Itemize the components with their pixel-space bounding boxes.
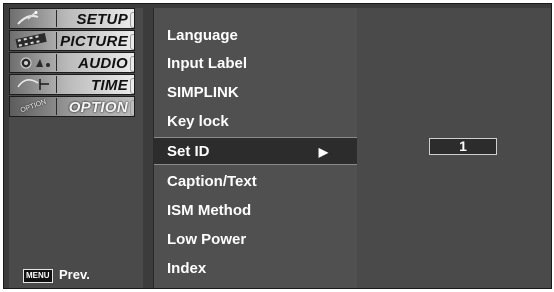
menu-item-ism-method[interactable]: ISM Method xyxy=(154,197,358,225)
category-audio[interactable]: AUDIO xyxy=(9,52,135,73)
option-tag-icon: OPTION xyxy=(11,98,57,115)
menu-item-key-lock[interactable]: Key lock xyxy=(154,108,358,136)
menu-item-label: Language xyxy=(167,27,238,44)
category-edge xyxy=(130,100,134,116)
category-setup[interactable]: SETUP xyxy=(9,8,135,29)
category-edge xyxy=(130,56,134,72)
menu-item-language[interactable]: Language xyxy=(154,22,358,50)
menu-item-set-id[interactable]: Set ID ▶ xyxy=(154,137,358,165)
category-label: OPTION xyxy=(68,99,128,116)
menu-item-label: Set ID xyxy=(167,143,210,160)
prev-label: Prev. xyxy=(59,267,90,282)
menu-item-label: SIMPLINK xyxy=(167,84,239,101)
menu-item-label: Index xyxy=(167,260,207,277)
menu-item-label: Key lock xyxy=(167,113,229,130)
category-edge xyxy=(130,78,134,94)
menu-item-simplink[interactable]: SIMPLINK xyxy=(154,79,358,107)
menu-item-index[interactable]: Index xyxy=(154,255,358,283)
menu-item-label: ISM Method xyxy=(167,202,252,219)
category-picture[interactable]: PICTURE xyxy=(9,30,135,51)
menu-key-icon: MENU xyxy=(23,269,53,283)
set-id-value[interactable]: 1 xyxy=(429,138,497,155)
satellite-dish-icon xyxy=(11,10,57,27)
category-label: AUDIO xyxy=(78,55,128,72)
menu-item-label: Input Label xyxy=(167,55,247,72)
category-label: TIME xyxy=(90,77,128,94)
menu-item-label: Low Power xyxy=(167,231,247,248)
film-strip-icon xyxy=(11,32,57,49)
speaker-icon xyxy=(11,54,57,71)
menu-item-caption-text[interactable]: Caption/Text xyxy=(154,168,358,196)
menu-item-label: Caption/Text xyxy=(167,173,257,190)
menu-item-input-label[interactable]: Input Label xyxy=(154,50,358,78)
right-arrow-icon: ▶ xyxy=(318,145,328,159)
category-time[interactable]: TIME xyxy=(9,74,135,95)
category-edge xyxy=(130,34,134,50)
category-label: PICTURE xyxy=(60,33,128,50)
category-sidebar: SETUP PICTURE AUDIO TIME OPTION OPTION M… xyxy=(9,8,143,288)
value-panel: 1 xyxy=(357,8,551,288)
category-edge xyxy=(130,12,134,28)
menu-item-low-power[interactable]: Low Power xyxy=(154,226,358,254)
option-submenu: Language Input Label SIMPLINK Key lock S… xyxy=(153,8,358,288)
clock-icon xyxy=(11,76,57,93)
category-option[interactable]: OPTION OPTION xyxy=(9,96,135,117)
category-label: SETUP xyxy=(76,11,128,28)
option-thumb-text: OPTION xyxy=(19,98,48,115)
